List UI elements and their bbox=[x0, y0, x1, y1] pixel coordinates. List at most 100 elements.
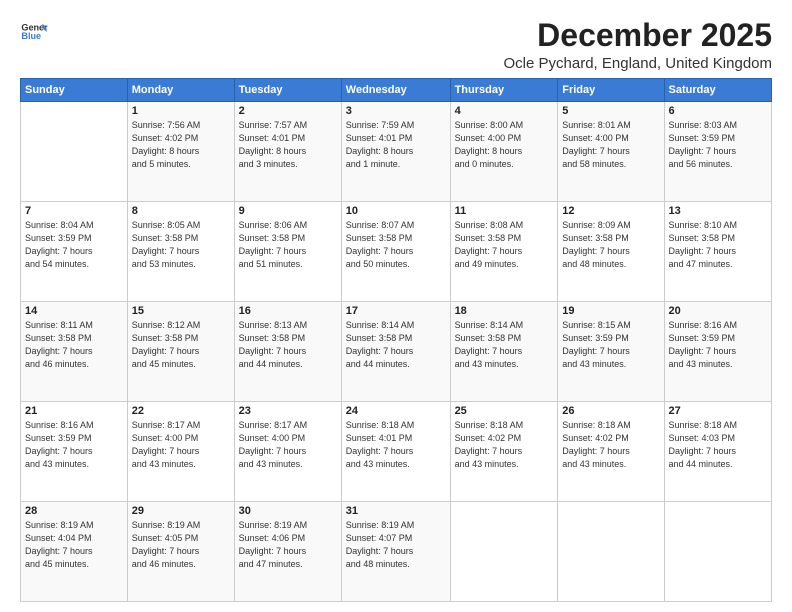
day-number: 6 bbox=[669, 105, 767, 117]
calendar-cell: 26Sunrise: 8:18 AM Sunset: 4:02 PM Dayli… bbox=[558, 402, 664, 502]
header-monday: Monday bbox=[127, 79, 234, 102]
calendar-cell: 19 Sunrise: 8:15 AM Sunset: 3:59 PM Dayli… bbox=[558, 302, 664, 402]
calendar-cell: 2 Sunrise: 7:57 AM Sunset: 4:01 PM Daylig… bbox=[234, 102, 341, 202]
day-info: Sunrise: 8:16 AM Sunset: 3:59 PM Dayligh… bbox=[25, 419, 123, 471]
day-number: 22 bbox=[132, 405, 230, 417]
calendar-cell: 18Sunrise: 8:14 AM Sunset: 3:58 PM Dayli… bbox=[450, 302, 558, 402]
page: General Blue December 2025 Ocle Pychard,… bbox=[0, 0, 792, 612]
day-number: 17 bbox=[346, 305, 446, 317]
day-number: 12 bbox=[562, 205, 659, 217]
day-info: Sunrise: 8:12 AM Sunset: 3:58 PM Dayligh… bbox=[132, 319, 230, 371]
day-info: Sunrise: 8:05 AM Sunset: 3:58 PM Dayligh… bbox=[132, 219, 230, 271]
day-info: Sunrise: 8:09 AM Sunset: 3:58 PM Dayligh… bbox=[562, 219, 659, 271]
calendar-cell: 10 Sunrise: 8:07 AM Sunset: 3:58 PM Dayli… bbox=[341, 202, 450, 302]
calendar-cell bbox=[558, 502, 664, 602]
day-number: 19 bbox=[562, 305, 659, 317]
header: General Blue December 2025 Ocle Pychard,… bbox=[20, 18, 772, 72]
calendar-cell: 12 Sunrise: 8:09 AM Sunset: 3:58 PM Dayli… bbox=[558, 202, 664, 302]
day-number: 10 bbox=[346, 205, 446, 217]
calendar-cell: 16 Sunrise: 8:13 AM Sunset: 3:58 PM Dayli… bbox=[234, 302, 341, 402]
calendar-header-row: SundayMondayTuesdayWednesdayThursdayFrid… bbox=[21, 79, 772, 102]
calendar-cell: 24 Sunrise: 8:18 AM Sunset: 4:01 PM Dayli… bbox=[341, 402, 450, 502]
day-number: 3 bbox=[346, 105, 446, 117]
day-info: Sunrise: 8:00 AM Sunset: 4:00 PM Dayligh… bbox=[455, 119, 554, 171]
day-number: 15 bbox=[132, 305, 230, 317]
day-info: Sunrise: 8:04 AM Sunset: 3:59 PM Dayligh… bbox=[25, 219, 123, 271]
day-info: Sunrise: 8:11 AM Sunset: 3:58 PM Dayligh… bbox=[25, 319, 123, 371]
day-info: Sunrise: 8:15 AM Sunset: 3:59 PM Dayligh… bbox=[562, 319, 659, 371]
calendar-cell: 30 Sunrise: 8:19 AM Sunset: 4:06 PM Dayli… bbox=[234, 502, 341, 602]
day-info: Sunrise: 8:18 AM Sunset: 4:02 PM Dayligh… bbox=[455, 419, 554, 471]
day-number: 7 bbox=[25, 205, 123, 217]
day-info: Sunrise: 8:10 AM Sunset: 3:58 PM Dayligh… bbox=[669, 219, 767, 271]
day-info: Sunrise: 8:17 AM Sunset: 4:00 PM Dayligh… bbox=[239, 419, 337, 471]
day-info: Sunrise: 7:59 AM Sunset: 4:01 PM Dayligh… bbox=[346, 119, 446, 171]
header-sunday: Sunday bbox=[21, 79, 128, 102]
svg-text:Blue: Blue bbox=[21, 31, 41, 41]
calendar-cell: 1Sunrise: 7:56 AM Sunset: 4:02 PM Daylig… bbox=[127, 102, 234, 202]
day-info: Sunrise: 8:08 AM Sunset: 3:58 PM Dayligh… bbox=[455, 219, 554, 271]
day-number: 23 bbox=[239, 405, 337, 417]
header-tuesday: Tuesday bbox=[234, 79, 341, 102]
calendar-cell: 17 Sunrise: 8:14 AM Sunset: 3:58 PM Dayli… bbox=[341, 302, 450, 402]
week-row-0: 1Sunrise: 7:56 AM Sunset: 4:02 PM Daylig… bbox=[21, 102, 772, 202]
calendar-cell bbox=[21, 102, 128, 202]
calendar-cell: 31 Sunrise: 8:19 AM Sunset: 4:07 PM Dayli… bbox=[341, 502, 450, 602]
week-row-3: 21 Sunrise: 8:16 AM Sunset: 3:59 PM Dayli… bbox=[21, 402, 772, 502]
day-number: 4 bbox=[455, 105, 554, 117]
day-number: 14 bbox=[25, 305, 123, 317]
calendar-cell: 14 Sunrise: 8:11 AM Sunset: 3:58 PM Dayli… bbox=[21, 302, 128, 402]
week-row-4: 28Sunrise: 8:19 AM Sunset: 4:04 PM Dayli… bbox=[21, 502, 772, 602]
calendar-cell: 28Sunrise: 8:19 AM Sunset: 4:04 PM Dayli… bbox=[21, 502, 128, 602]
subtitle: Ocle Pychard, England, United Kingdom bbox=[504, 55, 772, 72]
day-number: 13 bbox=[669, 205, 767, 217]
day-number: 1 bbox=[132, 105, 230, 117]
title-block: December 2025 Ocle Pychard, England, Uni… bbox=[504, 18, 772, 72]
day-info: Sunrise: 8:17 AM Sunset: 4:00 PM Dayligh… bbox=[132, 419, 230, 471]
day-number: 21 bbox=[25, 405, 123, 417]
day-info: Sunrise: 8:06 AM Sunset: 3:58 PM Dayligh… bbox=[239, 219, 337, 271]
day-info: Sunrise: 8:03 AM Sunset: 3:59 PM Dayligh… bbox=[669, 119, 767, 171]
header-friday: Friday bbox=[558, 79, 664, 102]
calendar: SundayMondayTuesdayWednesdayThursdayFrid… bbox=[20, 78, 772, 602]
day-number: 2 bbox=[239, 105, 337, 117]
day-info: Sunrise: 8:16 AM Sunset: 3:59 PM Dayligh… bbox=[669, 319, 767, 371]
header-thursday: Thursday bbox=[450, 79, 558, 102]
calendar-cell: 6 Sunrise: 8:03 AM Sunset: 3:59 PM Daylig… bbox=[664, 102, 771, 202]
calendar-cell bbox=[664, 502, 771, 602]
day-number: 31 bbox=[346, 505, 446, 517]
day-info: Sunrise: 8:01 AM Sunset: 4:00 PM Dayligh… bbox=[562, 119, 659, 171]
calendar-cell: 29Sunrise: 8:19 AM Sunset: 4:05 PM Dayli… bbox=[127, 502, 234, 602]
calendar-cell: 20 Sunrise: 8:16 AM Sunset: 3:59 PM Dayli… bbox=[664, 302, 771, 402]
day-info: Sunrise: 8:18 AM Sunset: 4:02 PM Dayligh… bbox=[562, 419, 659, 471]
day-info: Sunrise: 8:14 AM Sunset: 3:58 PM Dayligh… bbox=[455, 319, 554, 371]
day-number: 16 bbox=[239, 305, 337, 317]
day-info: Sunrise: 8:13 AM Sunset: 3:58 PM Dayligh… bbox=[239, 319, 337, 371]
calendar-cell: 4 Sunrise: 8:00 AM Sunset: 4:00 PM Daylig… bbox=[450, 102, 558, 202]
week-row-1: 7 Sunrise: 8:04 AM Sunset: 3:59 PM Daylig… bbox=[21, 202, 772, 302]
calendar-cell: 8 Sunrise: 8:05 AM Sunset: 3:58 PM Daylig… bbox=[127, 202, 234, 302]
calendar-cell bbox=[450, 502, 558, 602]
calendar-cell: 25 Sunrise: 8:18 AM Sunset: 4:02 PM Dayli… bbox=[450, 402, 558, 502]
day-number: 8 bbox=[132, 205, 230, 217]
day-number: 28 bbox=[25, 505, 123, 517]
calendar-cell: 22 Sunrise: 8:17 AM Sunset: 4:00 PM Dayli… bbox=[127, 402, 234, 502]
calendar-cell: 23 Sunrise: 8:17 AM Sunset: 4:00 PM Dayli… bbox=[234, 402, 341, 502]
calendar-cell: 9 Sunrise: 8:06 AM Sunset: 3:58 PM Daylig… bbox=[234, 202, 341, 302]
calendar-cell: 3 Sunrise: 7:59 AM Sunset: 4:01 PM Daylig… bbox=[341, 102, 450, 202]
day-number: 24 bbox=[346, 405, 446, 417]
day-number: 30 bbox=[239, 505, 337, 517]
calendar-cell: 7 Sunrise: 8:04 AM Sunset: 3:59 PM Daylig… bbox=[21, 202, 128, 302]
calendar-cell: 11Sunrise: 8:08 AM Sunset: 3:58 PM Dayli… bbox=[450, 202, 558, 302]
day-info: Sunrise: 8:18 AM Sunset: 4:01 PM Dayligh… bbox=[346, 419, 446, 471]
day-number: 9 bbox=[239, 205, 337, 217]
day-info: Sunrise: 7:57 AM Sunset: 4:01 PM Dayligh… bbox=[239, 119, 337, 171]
day-info: Sunrise: 8:19 AM Sunset: 4:06 PM Dayligh… bbox=[239, 519, 337, 571]
day-info: Sunrise: 8:19 AM Sunset: 4:07 PM Dayligh… bbox=[346, 519, 446, 571]
week-row-2: 14 Sunrise: 8:11 AM Sunset: 3:58 PM Dayli… bbox=[21, 302, 772, 402]
day-info: Sunrise: 8:14 AM Sunset: 3:58 PM Dayligh… bbox=[346, 319, 446, 371]
day-info: Sunrise: 8:07 AM Sunset: 3:58 PM Dayligh… bbox=[346, 219, 446, 271]
day-number: 25 bbox=[455, 405, 554, 417]
day-number: 20 bbox=[669, 305, 767, 317]
calendar-cell: 5Sunrise: 8:01 AM Sunset: 4:00 PM Daylig… bbox=[558, 102, 664, 202]
